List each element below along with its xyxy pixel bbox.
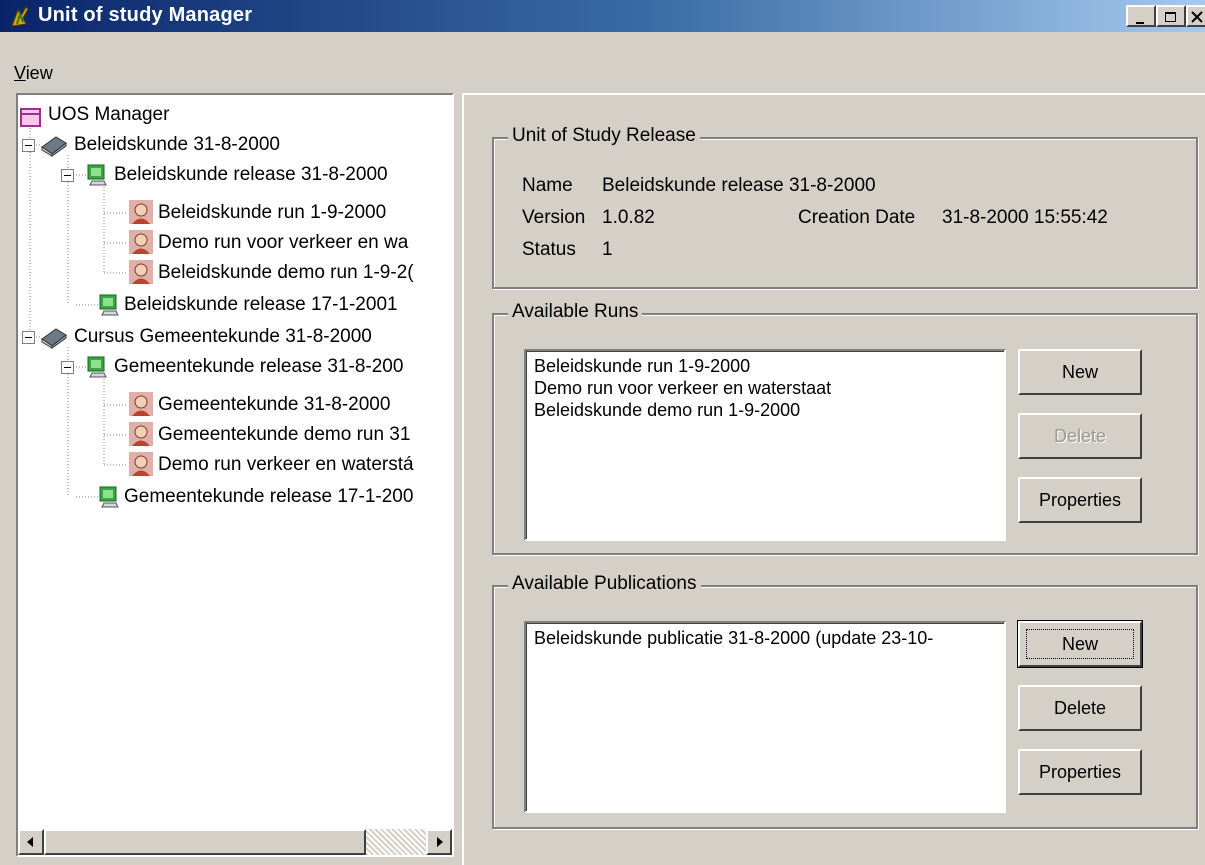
tree-item-run5[interactable]: Gemeentekunde demo run 31 — [158, 423, 410, 447]
publications-properties-button[interactable]: Properties — [1018, 749, 1142, 795]
status-label: Status — [522, 239, 576, 260]
publications-delete-label: Delete — [1053, 698, 1107, 718]
collapse-icon[interactable] — [22, 139, 36, 153]
window-title: Unit of study Manager — [38, 4, 253, 26]
uos-tree[interactable]: UOS Manager Beleidskunde 31-8-2000 Belei… — [16, 93, 454, 857]
runs-properties-button[interactable]: Properties — [1018, 477, 1142, 523]
computer-icon — [99, 486, 119, 508]
person-icon — [129, 200, 153, 224]
menu-bar — [0, 60, 1205, 90]
tree-item-course2[interactable]: Cursus Gemeentekunde 31-8-2000 — [74, 325, 372, 349]
tree-item-course1[interactable]: Beleidskunde 31-8-2000 — [74, 133, 280, 157]
computer-icon — [87, 164, 107, 186]
tree-item-run1[interactable]: Beleidskunde run 1-9-2000 — [158, 201, 386, 225]
publications-list[interactable]: Beleidskunde publicatie 31-8-2000 (updat… — [524, 621, 1006, 813]
publications-new-label: New — [1061, 634, 1098, 654]
scroll-right-button[interactable] — [426, 829, 452, 855]
tree-item-release1[interactable]: Beleidskunde release 31-8-2000 — [114, 163, 388, 187]
runs-delete-button[interactable]: Delete — [1018, 413, 1142, 459]
minimize-icon — [1128, 10, 1154, 32]
arrow-right-icon — [437, 837, 443, 847]
app-icon[interactable] — [8, 4, 32, 28]
menu-view-label: iew — [25, 63, 53, 83]
release-group-caption: Unit of Study Release — [508, 125, 700, 147]
menu-view[interactable]: View — [14, 63, 53, 84]
runs-new-label: New — [1061, 362, 1098, 382]
runs-group-caption: Available Runs — [508, 301, 643, 323]
tree-item-root[interactable]: UOS Manager — [48, 103, 169, 127]
publications-properties-label: Properties — [1038, 762, 1122, 782]
title-bar[interactable]: Unit of study Manager — [0, 0, 1205, 32]
person-icon — [129, 452, 153, 476]
collapse-icon[interactable] — [61, 169, 75, 183]
detail-pane: Unit of Study Release Name Beleidskunde … — [462, 93, 1205, 865]
collapse-icon[interactable] — [61, 361, 75, 375]
list-item[interactable]: Demo run voor verkeer en waterstaat — [534, 377, 831, 399]
person-icon — [129, 260, 153, 284]
tree-item-run2[interactable]: Demo run voor verkeer en wa — [158, 231, 408, 255]
status-value: 1 — [602, 239, 613, 260]
scroll-thumb[interactable] — [44, 829, 366, 855]
tree-item-release2[interactable]: Beleidskunde release 17-1-2001 — [124, 293, 398, 317]
tree-horizontal-scrollbar[interactable] — [18, 829, 452, 855]
tree-item-run4[interactable]: Gemeentekunde 31-8-2000 — [158, 393, 390, 417]
scroll-left-button[interactable] — [18, 829, 44, 855]
menu-view-mnemonic: V — [14, 63, 26, 83]
tree-item-run6[interactable]: Demo run verkeer en waterstá — [158, 453, 414, 477]
person-icon — [129, 422, 153, 446]
version-value: 1.0.82 — [602, 207, 655, 228]
runs-new-button[interactable]: New — [1018, 349, 1142, 395]
scroll-track[interactable] — [366, 829, 426, 855]
maximize-button[interactable] — [1156, 5, 1186, 27]
book-icon — [41, 328, 67, 349]
runs-delete-label: Delete — [1053, 426, 1107, 446]
tree-item-release4[interactable]: Gemeentekunde release 17-1-200 — [124, 485, 413, 509]
runs-list[interactable]: Beleidskunde run 1-9-2000 Demo run voor … — [524, 349, 1006, 541]
close-button[interactable] — [1186, 5, 1205, 27]
book-icon — [41, 136, 67, 157]
computer-icon — [99, 294, 119, 316]
collapse-icon[interactable] — [22, 331, 36, 345]
publications-delete-button[interactable]: Delete — [1018, 685, 1142, 731]
publications-group-caption: Available Publications — [508, 573, 701, 595]
creation-date-value: 31-8-2000 15:55:42 — [942, 207, 1108, 228]
close-icon — [1188, 8, 1205, 30]
arrow-left-icon — [27, 837, 33, 847]
computer-icon — [87, 356, 107, 378]
name-label: Name — [522, 175, 573, 196]
minimize-button[interactable] — [1126, 5, 1156, 27]
folder-icon — [20, 108, 41, 127]
runs-properties-label: Properties — [1038, 490, 1122, 510]
maximize-icon — [1158, 9, 1184, 31]
publications-new-button[interactable]: New — [1017, 620, 1143, 668]
name-value: Beleidskunde release 31-8-2000 — [602, 175, 876, 196]
tree-item-release3[interactable]: Gemeentekunde release 31-8-200 — [114, 355, 403, 379]
list-item[interactable]: Beleidskunde publicatie 31-8-2000 (updat… — [534, 627, 933, 649]
person-icon — [129, 230, 153, 254]
person-icon — [129, 392, 153, 416]
list-item[interactable]: Beleidskunde demo run 1-9-2000 — [534, 399, 800, 421]
tree-item-run3[interactable]: Beleidskunde demo run 1-9-2( — [158, 261, 414, 285]
creation-date-label: Creation Date — [798, 207, 916, 228]
list-item[interactable]: Beleidskunde run 1-9-2000 — [534, 355, 750, 377]
version-label: Version — [522, 207, 586, 228]
